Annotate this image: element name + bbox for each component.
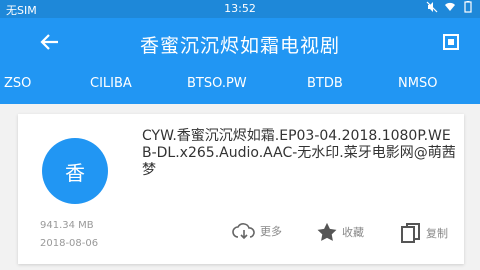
copy-label: 复制 (426, 227, 448, 240)
avatar: 香 (42, 138, 108, 204)
star-icon (317, 222, 337, 241)
tab-nmso[interactable]: NMSO (398, 76, 437, 91)
wifi-icon (445, 2, 455, 12)
status-bar: 无SIM 13:52 (0, 0, 480, 18)
mute-icon (426, 1, 438, 13)
more-button[interactable]: 更多 (232, 222, 282, 240)
app-bar: 香蜜沉沉烬如霜电视剧 (0, 18, 480, 66)
file-name: CYW.香蜜沉沉烬如霜.EP03-04.2018.1080P.WEB-DL.x2… (142, 128, 456, 178)
file-date: 2018-08-06 (40, 238, 99, 249)
battery-icon (464, 1, 472, 13)
favorite-label: 收藏 (342, 226, 364, 239)
tab-zso[interactable]: ZSO (4, 76, 31, 91)
clock: 13:52 (224, 2, 256, 15)
file-meta: 941.34 MB 2018-08-06 (40, 217, 98, 253)
cloud-download-icon (232, 223, 255, 240)
favorite-button[interactable]: 收藏 (316, 222, 364, 242)
more-label: 更多 (260, 225, 282, 238)
fullscreen-icon[interactable] (440, 31, 462, 53)
status-icons (426, 1, 474, 13)
copy-button[interactable]: 复制 (400, 222, 448, 244)
tab-btdb[interactable]: BTDB (307, 76, 343, 91)
result-card[interactable]: 香 CYW.香蜜沉沉烬如霜.EP03-04.2018.1080P.WEB-DL.… (18, 114, 464, 264)
source-tabs: ZSO CILIBA BTSO.PW BTDB NMSO (0, 66, 480, 104)
tab-btso-pw[interactable]: BTSO.PW (187, 76, 247, 91)
page-title: 香蜜沉沉烬如霜电视剧 (139, 35, 340, 57)
copy-icon (401, 223, 420, 243)
tab-ciliba[interactable]: CILIBA (90, 76, 132, 91)
file-size: 941.34 MB (40, 220, 94, 231)
